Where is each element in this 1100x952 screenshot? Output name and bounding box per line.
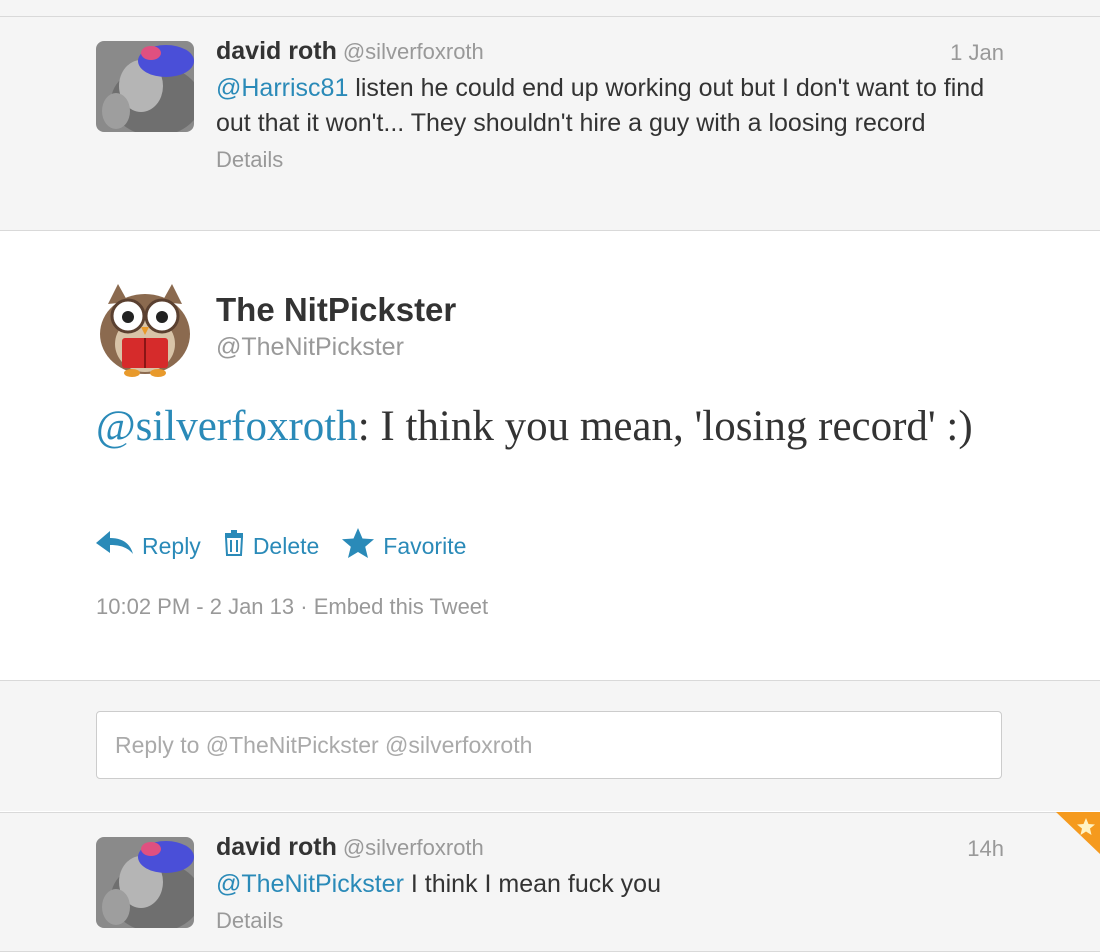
avatar[interactable] <box>96 41 194 132</box>
reply-input[interactable]: Reply to @TheNitPickster @silverfoxroth <box>96 711 1002 779</box>
author-name[interactable]: david roth <box>216 37 337 65</box>
reply-area: Reply to @TheNitPickster @silverfoxroth <box>0 681 1100 811</box>
favorite-button[interactable]: Favorite <box>341 527 466 565</box>
tweet-time[interactable]: 1 Jan <box>950 40 1004 66</box>
mention-link[interactable]: @Harrisc81 <box>216 74 348 102</box>
delete-label: Delete <box>252 532 320 559</box>
tweet-text-body: I think I mean fuck you <box>403 870 661 898</box>
expanded-tweet: The NitPickster @TheNitPickster @silverf… <box>0 231 1100 681</box>
owl-avatar[interactable] <box>96 282 194 377</box>
embed-tweet-link[interactable]: Embed this Tweet <box>314 594 488 619</box>
reply-label: Reply <box>142 532 201 559</box>
author-name[interactable]: david roth <box>216 833 337 861</box>
author-handle[interactable]: @silverfoxroth <box>343 39 484 64</box>
star-icon <box>341 527 383 565</box>
tweet-time[interactable]: 14h <box>967 836 1004 862</box>
author-name[interactable]: The NitPickster <box>216 291 456 329</box>
tweet-text-body: : I think you mean, 'losing record' :) <box>357 403 973 450</box>
tweet-meta: 10:02 PM - 2 Jan 13 · Embed this Tweet <box>96 594 488 620</box>
tweet-text: @silverfoxroth: I think you mean, 'losin… <box>96 399 996 454</box>
avatar[interactable] <box>96 837 194 928</box>
tweet-text: @Harrisc81 listen he could end up workin… <box>216 71 1004 141</box>
delete-button[interactable]: Delete <box>223 530 319 562</box>
trash-icon <box>223 530 253 562</box>
details-link[interactable]: Details <box>216 147 1004 173</box>
author-handle[interactable]: @silverfoxroth <box>343 835 484 860</box>
author-handle[interactable]: @TheNitPickster <box>216 333 404 362</box>
favorite-corner-badge <box>1056 812 1100 854</box>
mention-link[interactable]: @TheNitPickster <box>216 870 404 898</box>
previous-tweet-edge <box>0 0 1100 17</box>
reply-button[interactable]: Reply <box>96 530 201 562</box>
mention-link[interactable]: @silverfoxroth <box>96 403 358 450</box>
reply-arrow-icon <box>96 530 142 562</box>
favorite-label: Favorite <box>383 532 467 559</box>
details-link[interactable]: Details <box>216 908 1004 934</box>
meta-separator: · <box>294 594 314 619</box>
tweet-item[interactable]: david roth @silverfoxroth 1 Jan @Harrisc8… <box>0 17 1100 231</box>
tweet-timestamp[interactable]: 10:02 PM - 2 Jan 13 <box>96 594 294 619</box>
tweet-text: @TheNitPickster I think I mean fuck you <box>216 867 1004 902</box>
tweet-actions: Reply Delete Favorite <box>96 527 488 565</box>
tweet-item[interactable]: david roth @silverfoxroth 14h @TheNitPick… <box>0 812 1100 952</box>
